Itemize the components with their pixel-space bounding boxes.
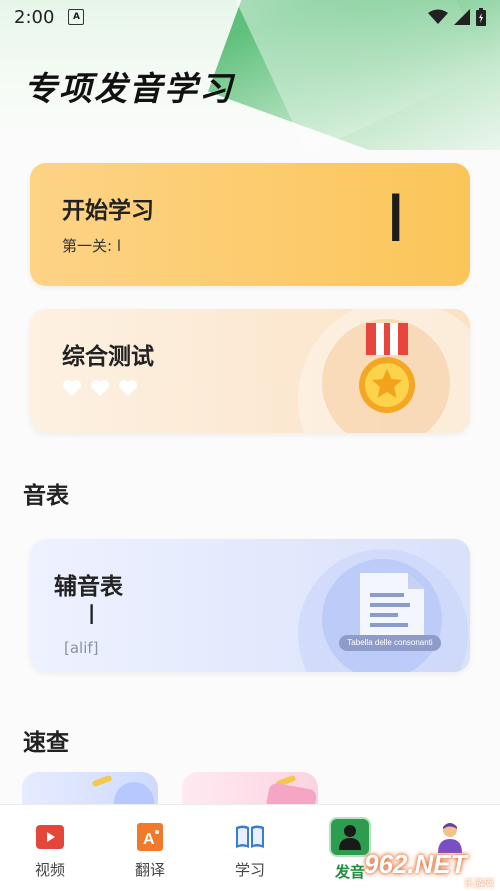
- status-time: 2:00: [14, 6, 55, 28]
- consonant-table-title: 辅音表: [54, 574, 123, 600]
- level-label: 第一关: ا: [62, 237, 121, 255]
- tab-video[interactable]: 视频: [0, 805, 100, 891]
- consonant-letter: ا: [88, 601, 96, 631]
- watermark-text: 962.NET: [364, 848, 467, 879]
- tab-label: 发音: [334, 863, 365, 881]
- wifi-icon: [428, 9, 448, 24]
- status-bar: 2:00 A: [0, 0, 500, 34]
- signal-icon: [454, 9, 470, 25]
- start-learning-card[interactable]: 开始学习 第一关: ا ا: [30, 163, 470, 286]
- consonant-transliteration: [alif]: [64, 639, 99, 657]
- medal-star-icon: [359, 323, 415, 413]
- comprehensive-test-card[interactable]: 综合测试: [30, 309, 470, 433]
- tab-translate[interactable]: A 翻译: [100, 805, 200, 891]
- svg-text:A: A: [143, 831, 155, 848]
- translate-icon: A: [134, 821, 166, 853]
- book-icon: [234, 821, 266, 853]
- hearts-row: [62, 379, 138, 397]
- tab-label: 学习: [234, 861, 265, 879]
- tab-study[interactable]: 学习: [200, 805, 300, 891]
- video-icon: [34, 821, 66, 853]
- page-title: 专项发音学习: [24, 69, 234, 108]
- tab-label: 翻译: [134, 861, 165, 879]
- battery-icon: [476, 8, 486, 26]
- watermark-subtext: 乐游网: [464, 879, 494, 890]
- heart-icon: [119, 380, 137, 396]
- heart-icon: [63, 380, 81, 396]
- notification-icon: A: [68, 9, 85, 25]
- tab-label: 视频: [34, 861, 65, 879]
- heart-icon: [91, 380, 109, 396]
- decor-stripe: [91, 774, 113, 788]
- current-letter: ا: [387, 185, 404, 255]
- start-learning-title: 开始学习: [62, 198, 154, 224]
- test-title: 综合测试: [62, 344, 154, 370]
- consonant-table-card[interactable]: 辅音表 ا [alif] Tabella delle consonanti: [30, 539, 470, 672]
- quick-lookup-section-title: 速查: [23, 730, 69, 756]
- status-icons: [428, 8, 486, 26]
- document-label: Tabella delle consonanti: [339, 635, 441, 651]
- phonetic-section-title: 音表: [23, 483, 69, 509]
